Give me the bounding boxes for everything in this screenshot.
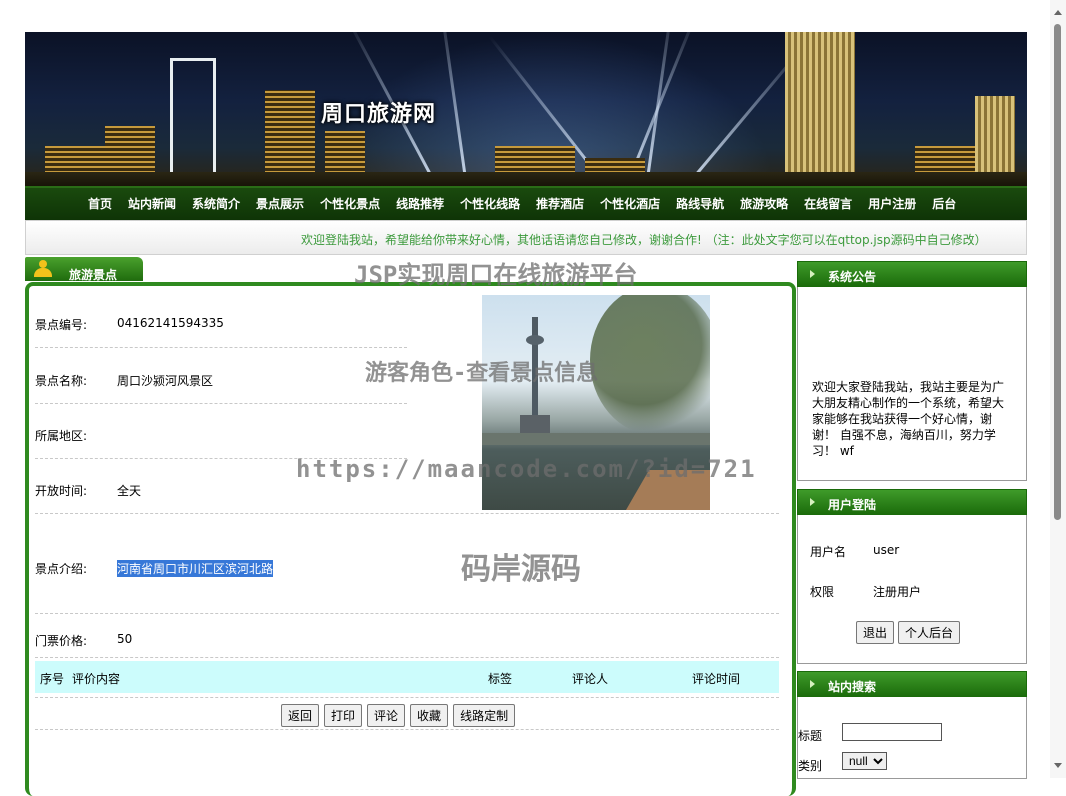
user-icon [33,260,53,278]
search-title-label: 标题 [798,729,823,743]
search-title-row: 标题 [798,723,942,744]
river-bank [482,433,710,445]
username-label: 用户名 [810,545,847,559]
profile-button[interactable]: 个人后台 [898,621,961,644]
arrow-right-icon [810,270,815,278]
nav-item[interactable]: 线路推荐 [396,195,444,212]
action-buttons: 返回 打印 评论 收藏 线路定制 [281,704,516,727]
nav-item[interactable]: 推荐酒店 [536,195,584,212]
role-value: 注册用户 [873,585,922,599]
tower-building [785,32,855,186]
nav-item[interactable]: 景点展示 [256,195,304,212]
login-buttons: 退出 个人后台 [856,621,961,644]
page-scrollbar[interactable] [1050,0,1066,778]
search-title-input[interactable] [842,723,942,741]
nav-item[interactable]: 首页 [88,195,112,212]
tv-tower-pod [526,335,544,345]
field-label: 景点编号: [35,318,88,332]
search-category-select[interactable]: null [842,752,887,770]
boardwalk [626,470,710,510]
divider [35,403,407,404]
field-value: 全天 [117,484,142,498]
search-category-row: 类别 null [798,752,887,774]
section-tab-label: 旅游景点 [69,268,118,282]
divider [35,697,779,698]
welcome-text: 欢迎登陆我站，希望能给你带来好心情，其他话语请您自己修改，谢谢合作! （注：此处… [301,233,987,247]
nav-item[interactable]: 用户注册 [868,195,916,212]
willow-tree [590,295,710,435]
scroll-thumb[interactable] [1054,24,1061,520]
field-label: 景点名称: [35,374,88,388]
nav-item[interactable]: 旅游攻略 [740,195,788,212]
username-value: user [873,543,900,557]
arrow-right-icon [810,498,815,506]
nav-item[interactable]: 站内新闻 [128,195,176,212]
search-box: 标题 类别 null [797,697,1027,779]
nav-item[interactable]: 后台 [932,195,956,212]
scenic-photo [482,295,710,510]
col-index: 序号 [40,672,65,686]
search-title: 站内搜索 [828,680,877,694]
divider [35,729,779,730]
field-label: 景点介绍: [35,562,88,576]
field-label: 所属地区: [35,429,88,443]
announcement-box: 欢迎大家登陆我站，我站主要是为广大朋友精心制作的一个系统，希望大家能够在我站获得… [797,287,1027,481]
col-commenter: 评论人 [572,672,609,686]
field-value: 河南省周口市川汇区滨河北路 [117,560,274,577]
divider [35,458,407,459]
nav-item[interactable]: 在线留言 [804,195,852,212]
col-content: 评价内容 [72,672,121,686]
scenic-detail-panel: 景点编号: 04162141594335 景点名称: 周口沙颍河风景区 所属地区… [25,282,796,796]
divider [35,513,779,514]
nav-item[interactable]: 系统简介 [192,195,240,212]
divider [35,347,407,348]
comment-button[interactable]: 评论 [367,704,406,727]
col-tag: 标签 [488,672,513,686]
role-label: 权限 [810,585,835,599]
nav-list: 首页 站内新闻 系统简介 景点展示 个性化景点 线路推荐 个性化线路 推荐酒店 个性化酒店 路线导… [25,188,1027,219]
welcome-marquee: 欢迎登陆我站，希望能给你带来好心情，其他话语请您自己修改，谢谢合作! （注：此处… [25,220,1027,255]
announcement-text: 欢迎大家登陆我站，我站主要是为广大朋友精心制作的一个系统，希望大家能够在我站获得… [812,380,1005,458]
divider [35,613,779,614]
arrow-right-icon [810,680,815,688]
nav-item[interactable]: 路线导航 [676,195,724,212]
print-button[interactable]: 打印 [324,704,363,727]
field-value: 50 [117,632,133,646]
nav-item[interactable]: 个性化景点 [320,195,380,212]
logout-button[interactable]: 退出 [856,621,895,644]
announcement-header: 系统公告 [797,261,1027,288]
field-label: 门票价格: [35,634,88,648]
field-label: 开放时间: [35,484,88,498]
search-category-label: 类别 [798,759,823,773]
nav-item[interactable]: 个性化线路 [460,195,520,212]
site-banner: 周口旅游网 [25,32,1027,186]
route-custom-button[interactable]: 线路定制 [453,704,516,727]
announcement-title: 系统公告 [828,270,877,284]
divider [35,657,779,658]
login-box: 用户名 user 权限 注册用户 退出 个人后台 [797,515,1027,664]
nav-item[interactable]: 个性化酒店 [600,195,660,212]
section-tab: 旅游景点 [25,257,143,282]
main-nav: 首页 站内新闻 系统简介 景点展示 个性化景点 线路推荐 个性化线路 推荐酒店 个性化酒店 路线导… [25,186,1027,221]
field-value: 周口沙颍河风景区 [117,374,214,388]
harbor-water [25,172,1027,186]
back-button[interactable]: 返回 [281,704,320,727]
tower-building [170,58,216,186]
login-header: 用户登陆 [797,489,1027,516]
col-time: 评论时间 [692,672,741,686]
scroll-down-icon[interactable] [1054,763,1062,768]
favorite-button[interactable]: 收藏 [410,704,449,727]
search-header: 站内搜索 [797,671,1027,698]
site-title: 周口旅游网 [321,101,437,127]
scroll-up-icon[interactable] [1054,10,1062,15]
field-value: 04162141594335 [117,316,224,330]
login-title: 用户登陆 [828,498,877,512]
comment-table-header: 序号 评价内容 标签 评论人 评论时间 [35,661,779,693]
